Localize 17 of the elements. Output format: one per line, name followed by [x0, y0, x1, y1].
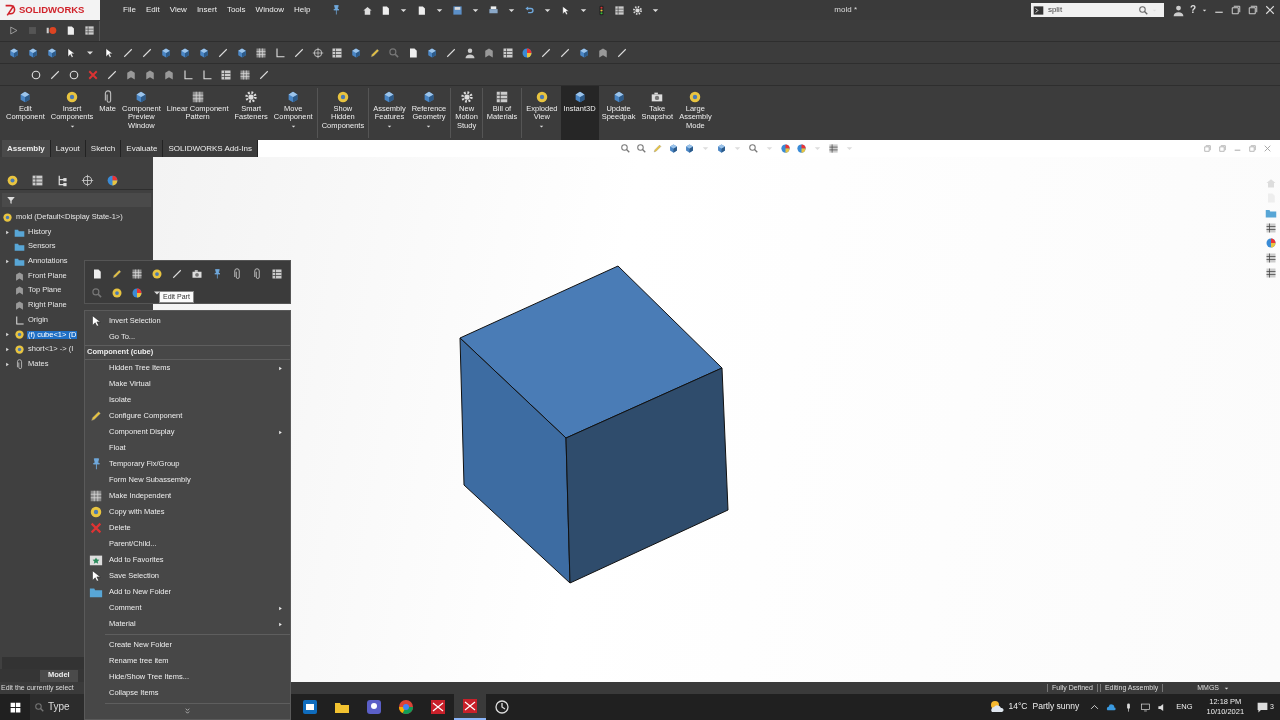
- help-button[interactable]: ?: [1189, 4, 1196, 16]
- menu-item[interactable]: Edit: [140, 6, 165, 14]
- taskbar-search-field[interactable]: Type: [30, 694, 84, 720]
- tab[interactable]: Assembly: [2, 140, 51, 157]
- menu-item[interactable]: Help: [289, 6, 316, 14]
- logo-text: SOLIDWORKS: [19, 4, 85, 16]
- menu-item[interactable]: Tools: [221, 6, 251, 14]
- search-input[interactable]: split: [1045, 5, 1136, 15]
- menu-item[interactable]: Insert: [191, 6, 222, 14]
- menu-item[interactable]: Window: [250, 6, 290, 14]
- menu-item[interactable]: File: [118, 6, 141, 14]
- weather-text: Partly sunny: [1032, 702, 1080, 712]
- temperature: 14°C: [1008, 702, 1028, 712]
- search-field[interactable]: split: [1030, 3, 1164, 17]
- document-title: mold *: [833, 5, 859, 15]
- taskbar-search-input[interactable]: Type: [48, 701, 80, 713]
- menu-item[interactable]: View: [164, 6, 192, 14]
